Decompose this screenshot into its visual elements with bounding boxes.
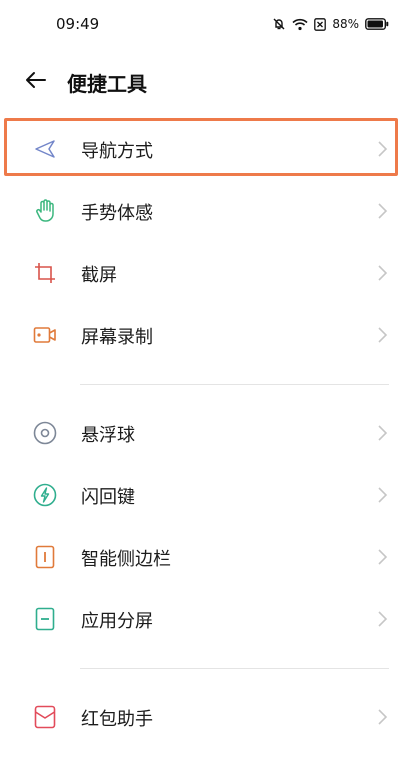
item-label: 应用分屏 — [81, 611, 153, 632]
divider — [0, 650, 405, 686]
list-item-smart-sidebar[interactable]: 智能侧边栏 — [0, 526, 405, 588]
battery-percent: 88% — [332, 17, 359, 31]
list-item-red-envelope[interactable]: 红包助手 — [0, 686, 405, 748]
page-title: 便捷工具 — [67, 72, 147, 96]
battery-icon — [365, 18, 389, 30]
sidebar-icon — [32, 544, 58, 570]
sim-icon — [314, 17, 327, 31]
item-label: 智能侧边栏 — [81, 549, 171, 570]
flash-icon — [32, 482, 58, 508]
hand-icon — [32, 198, 58, 224]
divider — [0, 366, 405, 402]
list-item-screenshot[interactable]: 截屏 — [0, 242, 405, 304]
floating-ball-icon — [32, 420, 58, 446]
chevron-right-icon — [378, 141, 388, 157]
navigation-arrow-icon — [32, 136, 58, 162]
wifi-icon — [292, 18, 308, 31]
settings-list: 导航方式 手势体感 截屏 屏幕录制 悬浮球 闪回键 智能侧边栏 应用分屏 红包助… — [0, 118, 405, 748]
envelope-icon — [32, 704, 58, 730]
chevron-right-icon — [378, 265, 388, 281]
item-label: 截屏 — [81, 265, 117, 286]
header: 便捷工具 — [0, 60, 405, 100]
list-item-screen-record[interactable]: 屏幕录制 — [0, 304, 405, 366]
chevron-right-icon — [378, 425, 388, 441]
list-item-split-screen[interactable]: 应用分屏 — [0, 588, 405, 650]
status-time: 09:49 — [56, 15, 100, 33]
status-icons: 88% — [272, 14, 389, 34]
chevron-right-icon — [378, 487, 388, 503]
item-label: 屏幕录制 — [81, 327, 153, 348]
list-item-flashback[interactable]: 闪回键 — [0, 464, 405, 526]
chevron-right-icon — [378, 611, 388, 627]
chevron-right-icon — [378, 549, 388, 565]
item-label: 红包助手 — [81, 709, 153, 730]
highlight-box — [4, 118, 398, 176]
item-label: 悬浮球 — [81, 425, 135, 446]
item-label: 闪回键 — [81, 487, 135, 508]
dnd-bell-off-icon — [272, 17, 286, 31]
split-screen-icon — [32, 606, 58, 632]
chevron-right-icon — [378, 203, 388, 219]
item-label: 导航方式 — [81, 141, 153, 162]
video-record-icon — [32, 322, 58, 348]
crop-icon — [32, 260, 58, 286]
list-item-gesture[interactable]: 手势体感 — [0, 180, 405, 242]
status-bar: 09:49 88% — [0, 0, 405, 50]
chevron-right-icon — [378, 709, 388, 725]
arrow-left-icon — [26, 72, 46, 88]
chevron-right-icon — [378, 327, 388, 343]
item-label: 手势体感 — [81, 203, 153, 224]
list-item-floating-ball[interactable]: 悬浮球 — [0, 402, 405, 464]
list-item-navigation[interactable]: 导航方式 — [0, 118, 405, 180]
back-button[interactable] — [22, 66, 50, 94]
